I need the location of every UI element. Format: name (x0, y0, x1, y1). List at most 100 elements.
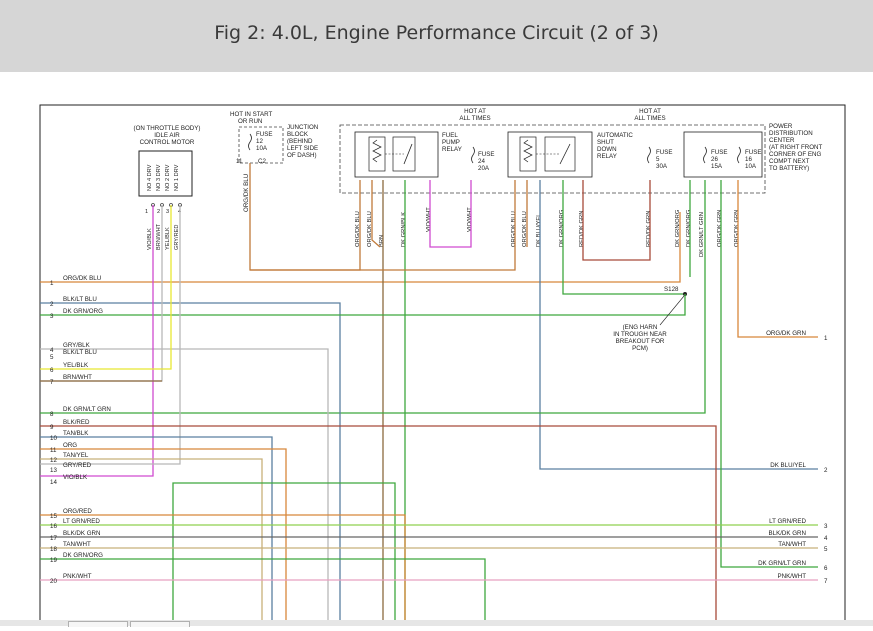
fuse26-number: 26 (711, 156, 718, 163)
relay-wire-label: BRN (379, 235, 385, 247)
left-row-wire-label: VIO/BLK (63, 474, 88, 481)
fuel-pump-relay-label: FUEL (442, 132, 458, 139)
jb-connector: C2 (258, 158, 266, 165)
right-connector-rows: ORG/DK GRN 1 DK BLU/YEL 2 LT GRN/RED 3 BLK/DK … (758, 330, 828, 585)
iac-pin-number: 3 (166, 209, 169, 215)
figure-header: Fig 2: 4.0L, Engine Performance Circuit … (0, 0, 873, 72)
left-row-number: 16 (50, 523, 57, 530)
left-row-number: 1 (50, 280, 54, 287)
relay-wire-label: VIO/WHT (467, 207, 473, 232)
left-row-wire-label: YEL/BLK (63, 362, 89, 369)
iac-pin-label: NO 1 DRV (174, 164, 180, 191)
splice-note-line: BREAKOUT FOR (616, 338, 665, 345)
left-row-number: 11 (50, 447, 57, 454)
left-row-number: 12 (50, 457, 57, 464)
iac-pin-label: NO 2 DRV (165, 164, 171, 191)
relay-wire-label: DK GRN/BLK (401, 212, 407, 247)
relay-wire-label: ORG/DK GRN (734, 210, 740, 247)
jb-name-line: JUNCTION (287, 124, 318, 131)
junction-block: HOT IN START OR RUN FUSE 12 10A 11 C2 JU… (230, 111, 318, 212)
pdc-label-line: CORNER OF ENG (769, 151, 821, 158)
jb-fuse-rating: 10A (256, 145, 268, 152)
left-row-number: 8 (50, 411, 54, 418)
wiring-diagram: (ON THROTTLE BODY) IDLE AIR CONTROL MOTO… (0, 72, 873, 631)
left-row-number: 4 (50, 347, 54, 354)
asd-relay-label: DOWN (597, 146, 617, 153)
left-row-number: 15 (50, 513, 57, 520)
pdc-label-line: COMPT NEXT (769, 158, 810, 165)
left-row-number: 18 (50, 546, 57, 553)
fuse26-rating: 15A (711, 163, 723, 170)
asd-relay-label: RELAY (597, 153, 617, 160)
idle-air-control-motor: (ON THROTTLE BODY) IDLE AIR CONTROL MOTO… (134, 125, 201, 250)
left-row-number: 17 (50, 535, 57, 542)
fuse24-rating: 20A (478, 165, 490, 172)
pdc-label-line: TO BATTERY) (769, 165, 809, 172)
left-row-wire-label: TAN/BLK (63, 430, 89, 437)
iac-location: (ON THROTTLE BODY) (134, 125, 201, 132)
right-row-number: 1 (824, 335, 828, 342)
hot-or-run-label: OR RUN (238, 118, 262, 125)
hot-all-times-label: ALL TIMES (634, 115, 665, 122)
pdc-label-line: CENTER (769, 137, 795, 144)
fuse16-label: FUSE (745, 149, 762, 156)
right-row-wire-label: LT GRN/RED (769, 518, 806, 525)
left-row-number: 2 (50, 301, 54, 308)
left-row-wire-label: TAN/WHT (63, 541, 91, 548)
fuse5-rating: 30A (656, 163, 668, 170)
left-row-wire-label: PNK/WHT (63, 573, 92, 580)
iac-pin-label: NO 3 DRV (156, 164, 162, 191)
relay-wire-label: VIO/WHT (426, 207, 432, 232)
left-row-wire-label: DK GRN/ORG (63, 552, 103, 559)
right-row-number: 7 (824, 578, 828, 585)
splice-note-line: PCM) (632, 345, 648, 352)
left-row-wire-label: ORG (63, 442, 77, 449)
iac-pin-number: 1 (145, 209, 148, 215)
right-row-wire-label: ORG/DK GRN (766, 330, 806, 337)
left-row-wire-label: GRY/RED (63, 462, 92, 469)
relay-wire-label: RED/DK GRN (646, 211, 652, 247)
splice-note-line: IN TROUGH NEAR (613, 331, 667, 338)
left-row-number: 6 (50, 367, 54, 374)
left-row-wire-label: DK GRN/ORG (63, 308, 103, 315)
iac-wire-label: GRY/RED (174, 225, 180, 250)
left-row-number: 3 (50, 313, 54, 320)
fuse5-label: FUSE (656, 149, 673, 156)
left-row-number: 5 (50, 354, 54, 361)
bottom-tab[interactable] (130, 621, 190, 627)
fuse16-rating: 10A (745, 163, 757, 170)
hot-in-start-label: HOT IN START (230, 111, 273, 118)
relay-wire-label: ORG/DK BLU (511, 211, 517, 247)
right-row-wire-label: DK BLU/YEL (770, 462, 806, 469)
hot-all-times-label: ALL TIMES (459, 115, 490, 122)
left-row-wire-label: ORG/DK BLU (63, 275, 101, 282)
jb-pin-number: 11 (236, 158, 243, 165)
iac-pin-number: 2 (157, 209, 160, 215)
left-row-number: 20 (50, 578, 57, 585)
right-row-wire-label: BLK/DK GRN (769, 530, 806, 537)
left-row-number: 10 (50, 435, 57, 442)
right-row-number: 4 (824, 535, 828, 542)
figure-title: Fig 2: 4.0L, Engine Performance Circuit … (214, 22, 659, 44)
right-row-number: 6 (824, 565, 828, 572)
iac-pin-label: NO 4 DRV (147, 164, 153, 191)
left-row-wire-label: BLK/LT BLU (63, 349, 97, 356)
jb-fuse-number: 12 (256, 138, 263, 145)
left-row-wire-label: BLK/DK GRN (63, 530, 100, 537)
splice-note-line: (ENG HARN (623, 324, 658, 331)
left-row-wire-label: BRN/WHT (63, 374, 92, 381)
jb-name-line: (BEHIND (287, 138, 313, 145)
jb-fuse-label: FUSE (256, 131, 273, 138)
left-row-number: 14 (50, 479, 57, 486)
iac-wire-label: BRN/WHT (156, 223, 162, 250)
bottom-tab[interactable] (68, 621, 128, 627)
jb-name-line: LEFT SIDE (287, 145, 318, 152)
left-row-wire-label: BLK/RED (63, 419, 90, 426)
iac-wire-label: VIO/BLK (147, 228, 153, 250)
asd-relay-label: SHUT (597, 139, 614, 146)
left-row-number: 19 (50, 557, 57, 564)
hot-all-times-label: HOT AT (639, 108, 661, 115)
fuel-pump-relay-label: PUMP (442, 139, 460, 146)
left-connector-rows: 1 ORG/DK BLU 2 BLK/LT BLU 3 DK GRN/ORG 4 GRY/BL… (50, 275, 111, 585)
left-row-wire-label: GRY/BLK (63, 342, 91, 349)
